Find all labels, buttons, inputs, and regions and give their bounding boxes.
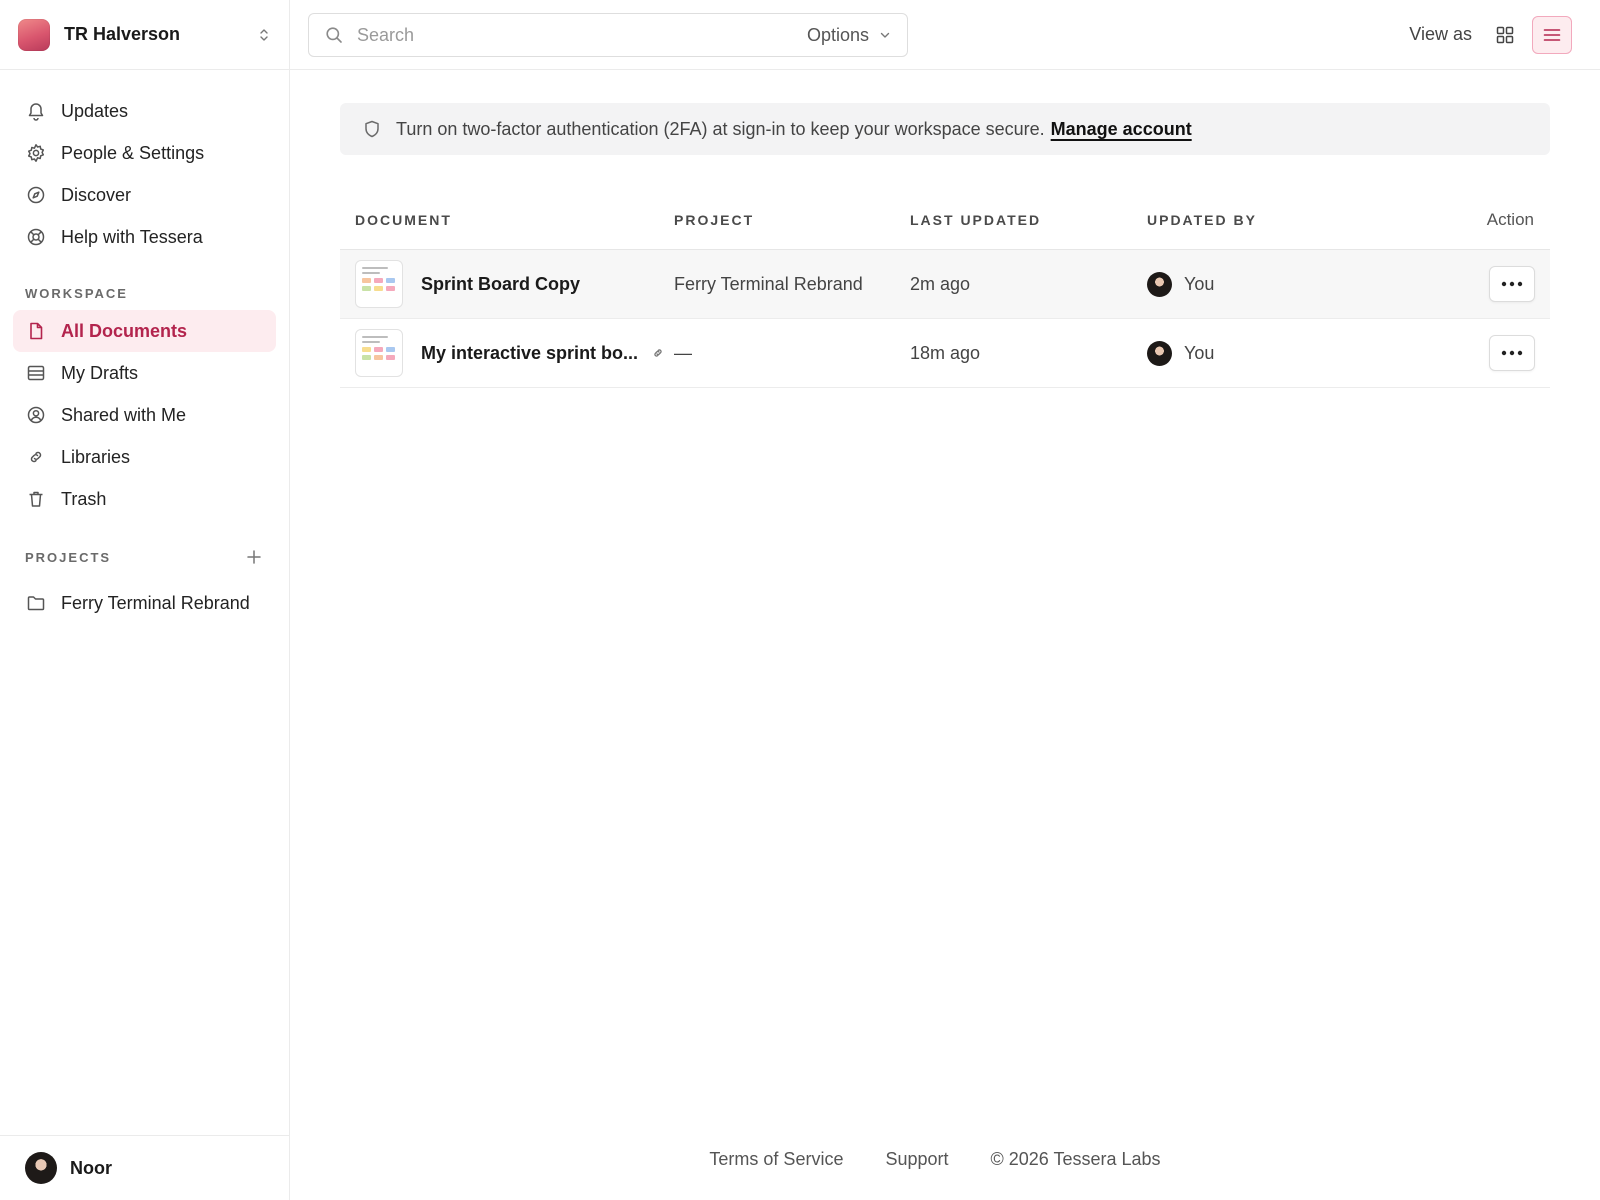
sidebar-item-project-ferry-terminal-rebrand[interactable]: Ferry Terminal Rebrand [13, 582, 276, 624]
search-box: Options [308, 13, 908, 57]
more-actions-button[interactable] [1489, 335, 1535, 371]
list-icon [1543, 29, 1561, 41]
document-cell: My interactive sprint bo... [340, 329, 674, 377]
sidebar-item-my-drafts[interactable]: My Drafts [13, 352, 276, 394]
sidebar-item-shared-with-me[interactable]: Shared with Me [13, 394, 276, 436]
last-updated-cell: 2m ago [910, 273, 971, 294]
compass-icon [25, 184, 47, 206]
project-cell: Ferry Terminal Rebrand [674, 273, 863, 294]
document-icon [25, 320, 47, 342]
document-cell: Sprint Board Copy [340, 260, 674, 308]
workspace-section-title: WORKSPACE [13, 278, 276, 308]
view-as-label: View as [1409, 24, 1472, 44]
column-header-project[interactable]: PROJECT [674, 212, 910, 228]
updated-by-cell: You [1147, 271, 1397, 297]
workspace-name: TR Halverson [64, 24, 181, 44]
column-header-action: Action [1486, 209, 1534, 229]
chevron-down-icon [880, 32, 890, 38]
terms-of-service-link[interactable]: Terms of Service [709, 1149, 843, 1170]
column-header-document[interactable]: DOCUMENT [340, 212, 674, 228]
plus-icon [247, 550, 261, 564]
table-row[interactable]: Sprint Board Copy Ferry Terminal Rebrand… [340, 250, 1550, 319]
sidebar-item-label: People & Settings [61, 142, 205, 163]
drafts-icon [25, 362, 47, 384]
2fa-banner: Turn on two-factor authentication (2FA) … [340, 103, 1550, 155]
table-row[interactable]: My interactive sprint bo... — 18m ago Yo… [340, 319, 1550, 388]
shield-icon [365, 120, 379, 138]
copyright-text: © 2026 Tessera Labs [990, 1149, 1161, 1169]
grid-icon [1496, 26, 1514, 44]
folder-icon [25, 592, 47, 614]
manage-account-link[interactable]: Manage account [1051, 119, 1192, 140]
document-thumbnail [355, 260, 403, 308]
action-cell [1397, 335, 1550, 371]
sidebar-item-label: Discover [61, 184, 132, 205]
search-icon [326, 27, 342, 43]
sidebar-item-discover[interactable]: Discover [13, 174, 276, 216]
add-project-button[interactable] [244, 547, 264, 567]
workspace-logo [18, 18, 50, 51]
last-updated-cell: 18m ago [910, 342, 981, 363]
sidebar-item-label: Updates [61, 100, 129, 121]
column-header-last-updated[interactable]: LAST UPDATED [910, 212, 1147, 228]
projects-section-title: PROJECTS [13, 542, 276, 572]
sidebar-item-label: Ferry Terminal Rebrand [61, 592, 250, 613]
more-horizontal-icon [1501, 281, 1523, 287]
document-title: My interactive sprint bo... [421, 342, 639, 363]
options-label: Options [806, 24, 869, 45]
user-menu[interactable]: Noor [0, 1135, 289, 1200]
lifebuoy-icon [25, 226, 47, 248]
sidebar-item-label: All Documents [61, 320, 188, 341]
list-view-button[interactable] [1532, 16, 1572, 54]
more-actions-button[interactable] [1489, 266, 1535, 302]
table-header: DOCUMENT PROJECT LAST UPDATED UPDATED BY… [340, 190, 1550, 250]
search-input[interactable] [357, 24, 807, 46]
sidebar-item-all-documents[interactable]: All Documents [13, 310, 276, 352]
search-options-dropdown[interactable]: Options [807, 25, 891, 46]
grid-view-button[interactable] [1492, 22, 1518, 48]
action-cell [1397, 266, 1550, 302]
gear-icon [25, 142, 47, 164]
project-cell: — [674, 342, 692, 363]
sidebar-item-libraries[interactable]: Libraries [13, 436, 276, 478]
sidebar-item-label: Shared with Me [61, 404, 187, 425]
banner-text: Turn on two-factor authentication (2FA) … [396, 118, 1045, 139]
sidebar-item-label: Libraries [61, 446, 131, 467]
section-title-text: WORKSPACE [25, 285, 128, 301]
section-title-text: PROJECTS [25, 549, 112, 565]
sidebar-item-label: Help with Tessera [61, 226, 203, 247]
updated-by-name: You [1184, 273, 1215, 294]
workspace-switcher[interactable]: TR Halverson [0, 0, 289, 70]
sidebar-item-people-settings[interactable]: People & Settings [13, 132, 276, 174]
sidebar-item-label: My Drafts [61, 362, 139, 383]
support-link[interactable]: Support [885, 1149, 948, 1170]
chevron-up-down-icon[interactable] [257, 27, 271, 43]
sidebar-nav: Updates People & Settings Discover Help … [0, 70, 289, 624]
link-icon [654, 349, 662, 357]
sidebar-item-label: Trash [61, 488, 107, 509]
link-icon [25, 446, 47, 468]
column-header-updated-by[interactable]: UPDATED BY [1147, 212, 1397, 228]
sidebar-item-updates[interactable]: Updates [13, 90, 276, 132]
document-thumbnail [355, 329, 403, 377]
updated-by-name: You [1184, 342, 1215, 363]
documents-table: DOCUMENT PROJECT LAST UPDATED UPDATED BY… [340, 190, 1550, 388]
avatar [1147, 340, 1172, 366]
trash-icon [25, 488, 47, 510]
page-footer: Terms of Service Support © 2026 Tessera … [290, 1149, 1600, 1170]
avatar [25, 1152, 57, 1184]
user-circle-icon [25, 404, 47, 426]
user-name: Noor [70, 1157, 112, 1178]
sidebar-item-trash[interactable]: Trash [13, 478, 276, 520]
top-bar: Options View as [290, 0, 1600, 70]
bell-icon [25, 100, 47, 122]
updated-by-cell: You [1147, 340, 1397, 366]
main-content: Turn on two-factor authentication (2FA) … [290, 70, 1600, 1200]
more-horizontal-icon [1501, 350, 1523, 356]
avatar [1147, 271, 1172, 297]
sidebar: TR Halverson Updates People & Settings D… [0, 0, 290, 1200]
document-title: Sprint Board Copy [421, 273, 581, 294]
sidebar-item-help[interactable]: Help with Tessera [13, 216, 276, 258]
